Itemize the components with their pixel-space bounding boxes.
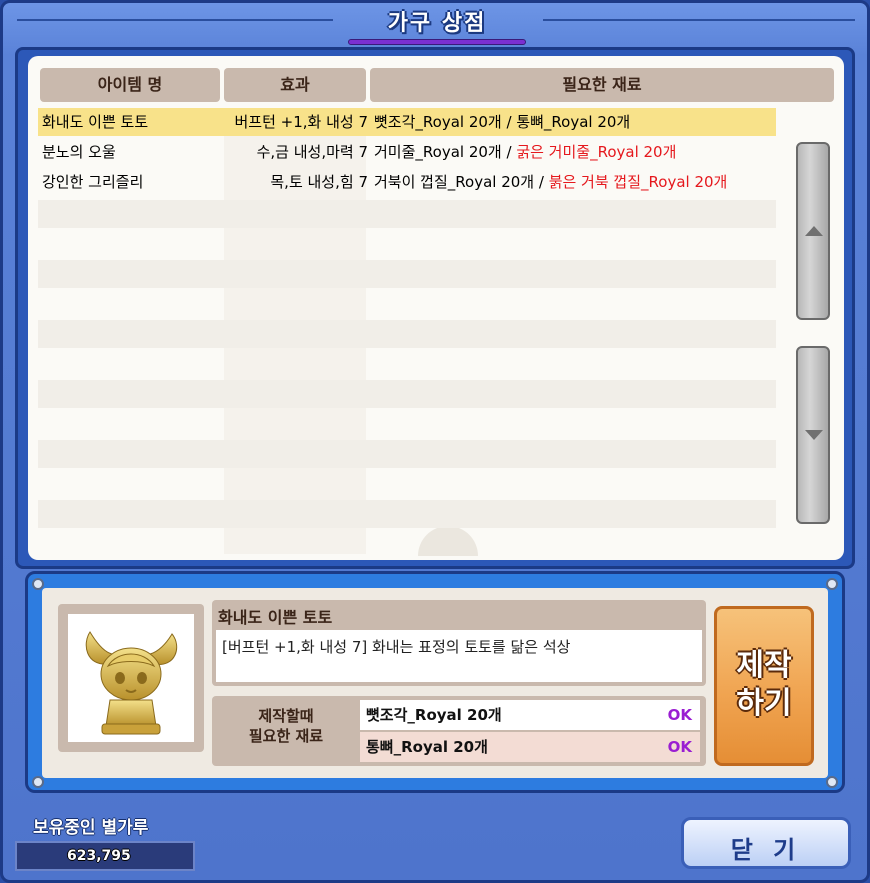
required-label-line1: 제작할때 <box>258 707 314 725</box>
title-underline <box>348 39 526 45</box>
header-item-name[interactable]: 아이템 명 <box>40 68 220 102</box>
row-item-effect: 수,금 내성,마력 7 <box>256 143 368 161</box>
detail-item-name: 화내도 이쁜 토토 <box>218 608 333 627</box>
row-item-materials: 거북이 껍질_Royal 20개 / 붉은 거북 껍질_Royal 20개 <box>374 168 818 196</box>
item-row-selected[interactable]: 화내도 이쁜 토토 버프턴 +1,화 내성 7 뼛조각_Royal 20개 / … <box>38 108 776 136</box>
required-material-name: 뼛조각_Royal 20개 <box>366 706 502 724</box>
golden-toto-statue-icon <box>85 631 177 735</box>
item-row[interactable]: 분노의 오울 수,금 내성,마력 7 거미줄_Royal 20개 / 굵은 거미… <box>38 138 776 166</box>
window-title: 가구 상점 <box>387 11 487 36</box>
header-effect[interactable]: 효과 <box>224 68 366 102</box>
stardust-balance-bar: 623,795 <box>15 841 195 871</box>
scroll-down-button[interactable] <box>796 346 830 524</box>
screw-icon <box>826 776 838 788</box>
material-a: 거미줄_Royal 20개 <box>374 143 502 161</box>
material-a: 뼛조각_Royal 20개 <box>374 113 502 131</box>
material-separator: / <box>501 113 517 131</box>
item-portrait-frame <box>58 604 204 752</box>
material-a: 거북이 껍질_Royal 20개 <box>374 173 535 191</box>
empty-row <box>38 440 776 468</box>
stardust-value: 623,795 <box>67 848 131 864</box>
empty-row <box>38 260 776 288</box>
row-item-effect: 목,토 내성,힘 7 <box>270 173 368 191</box>
craft-button[interactable]: 제작 하기 <box>714 606 814 766</box>
panel-watermark-ornament <box>418 526 478 556</box>
required-materials-box: 제작할때 필요한 재료 뼛조각_Royal 20개 OK 통뼈_Royal 20… <box>212 696 706 766</box>
stardust-label: 보유중인 별가루 <box>33 818 149 838</box>
item-list-panel: 아이템 명 효과 필요한 재료 화내도 이쁜 토토 버프턴 +1,화 내성 7 … <box>28 56 844 560</box>
item-detail-panel: 화내도 이쁜 토토 [버프턴 +1,화 내성 7] 화내는 표정의 토토를 닮은… <box>42 588 828 778</box>
item-portrait <box>68 614 194 742</box>
screw-icon <box>32 776 44 788</box>
required-material-row: 뼛조각_Royal 20개 OK <box>360 700 700 730</box>
title-divider-left <box>17 19 333 21</box>
material-status-ok: OK <box>667 706 692 724</box>
title-bar: 가구 상점 <box>3 3 867 47</box>
required-material-name: 통뼈_Royal 20개 <box>366 738 488 756</box>
screw-icon <box>826 578 838 590</box>
empty-row <box>38 320 776 348</box>
material-separator: / <box>534 173 549 191</box>
arrow-up-icon <box>805 226 823 236</box>
header-materials[interactable]: 필요한 재료 <box>370 68 834 102</box>
empty-row <box>38 200 776 228</box>
row-item-materials: 거미줄_Royal 20개 / 굵은 거미줄_Royal 20개 <box>374 138 818 166</box>
title-divider-right <box>543 19 855 21</box>
furniture-shop-window: 가구 상점 아이템 명 효과 필요한 재료 화내도 이쁜 토토 버프턴 +1,화… <box>0 0 870 883</box>
material-b: 통뼈_Royal 20개 <box>516 113 631 131</box>
material-b-missing: 굵은 거미줄_Royal 20개 <box>516 143 677 161</box>
detail-item-description: [버프턴 +1,화 내성 7] 화내는 표정의 토토를 닮은 석상 <box>216 630 702 682</box>
craft-label-line2: 하기 <box>736 686 792 721</box>
item-row[interactable]: 강인한 그리즐리 목,토 내성,힘 7 거북이 껍질_Royal 20개 / 붉… <box>38 168 776 196</box>
close-button-label: 닫 기 <box>730 836 802 864</box>
empty-row <box>38 500 776 528</box>
required-label-line2: 필요한 재료 <box>248 727 324 745</box>
arrow-down-icon <box>805 430 823 440</box>
material-status-ok: OK <box>667 738 692 756</box>
required-materials-label: 제작할때 필요한 재료 <box>216 706 356 746</box>
close-button[interactable]: 닫 기 <box>681 817 851 869</box>
material-b-missing: 붉은 거북 껍질_Royal 20개 <box>548 173 728 191</box>
material-separator: / <box>501 143 517 161</box>
item-list-frame: 아이템 명 효과 필요한 재료 화내도 이쁜 토토 버프턴 +1,화 내성 7 … <box>15 47 855 569</box>
empty-row <box>38 380 776 408</box>
craft-label-line1: 제작 <box>736 648 792 683</box>
item-detail-frame: 화내도 이쁜 토토 [버프턴 +1,화 내성 7] 화내는 표정의 토토를 닮은… <box>25 571 845 793</box>
scroll-up-button[interactable] <box>796 142 830 320</box>
row-item-effect: 버프턴 +1,화 내성 7 <box>234 113 368 131</box>
required-material-row: 통뼈_Royal 20개 OK <box>360 732 700 762</box>
item-info-box: 화내도 이쁜 토토 [버프턴 +1,화 내성 7] 화내는 표정의 토토를 닮은… <box>212 600 706 686</box>
row-item-materials: 뼛조각_Royal 20개 / 통뼈_Royal 20개 <box>374 108 818 136</box>
craft-button-label: 제작 하기 <box>717 647 811 723</box>
